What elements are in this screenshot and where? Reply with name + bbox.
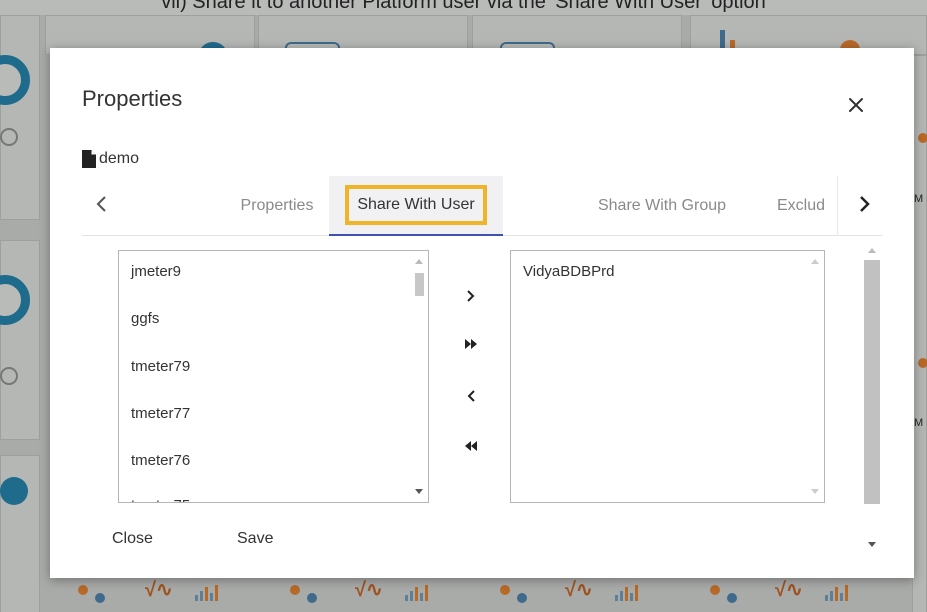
scroll-down-icon[interactable] [868,542,876,547]
file-name: demo [99,150,140,167]
tab-share-with-user[interactable]: Share With User [329,176,503,236]
scroll-up-icon[interactable] [868,248,876,253]
list-item[interactable]: tmeter75 [131,497,190,502]
close-button[interactable]: Close [112,530,153,548]
scroll-thumb[interactable] [864,260,880,504]
available-users-list[interactable]: jmeter9 ggfs tmeter79 tmeter77 tmeter76 … [118,250,429,503]
move-selected-left-icon[interactable] [457,384,485,408]
scroll-up-icon[interactable] [415,259,423,264]
tab-properties[interactable]: Properties [212,176,342,236]
close-icon[interactable] [846,95,866,115]
page-caption: vii) Share it to another Platform user v… [161,0,766,13]
properties-dialog: Properties demo Properties Share With Us… [50,48,914,578]
tab-exclude[interactable]: Exclud [777,176,837,236]
file-info: demo [82,148,139,170]
tab-share-with-group[interactable]: Share With Group [582,176,742,236]
tab-divider [837,176,838,236]
tab-bar: Properties Share With User Share With Gr… [82,176,882,236]
scroll-up-icon[interactable] [811,259,819,264]
move-selected-right-icon[interactable] [457,284,485,308]
scroll-down-icon[interactable] [415,489,423,494]
chevron-left-icon[interactable] [90,192,114,216]
selected-users-list[interactable]: VidyaBDBPrd [510,250,825,503]
list-item[interactable]: ggfs [131,310,159,327]
dialog-title: Properties [82,86,183,111]
tab-share-with-user-label: Share With User [345,185,487,225]
save-button[interactable]: Save [237,530,273,548]
scroll-down-icon[interactable] [811,489,819,494]
list-item[interactable]: tmeter77 [131,405,190,422]
list-item[interactable]: tmeter76 [131,452,190,469]
bg-letter: M [914,193,924,205]
list-item[interactable]: jmeter9 [131,263,181,280]
file-icon [82,150,96,168]
move-all-left-icon[interactable] [457,434,485,458]
dialog-scrollbar[interactable] [864,238,884,554]
move-all-right-icon[interactable] [457,332,485,356]
list-item[interactable]: tmeter79 [131,358,190,375]
bg-letter: M [914,417,924,429]
chevron-right-icon[interactable] [852,192,876,216]
list-scrollbar[interactable] [411,251,428,502]
scroll-thumb[interactable] [415,273,424,296]
list-item[interactable]: VidyaBDBPrd [523,263,614,280]
list-scrollbar[interactable] [807,251,824,502]
